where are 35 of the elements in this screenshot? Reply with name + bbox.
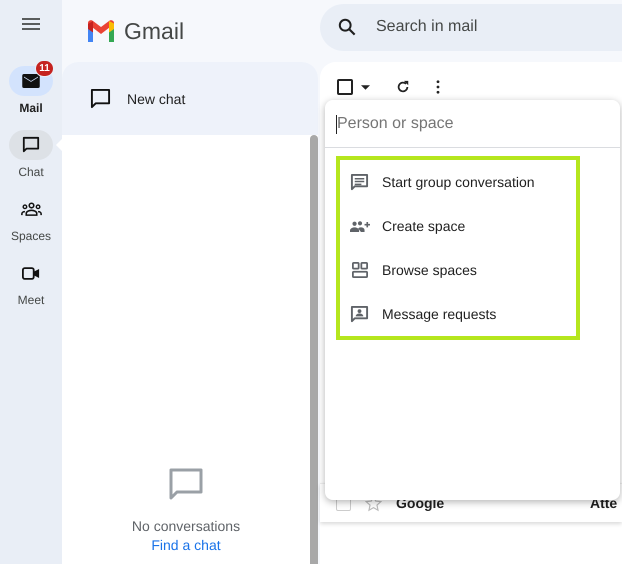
app-name: Gmail xyxy=(124,18,184,44)
chat-bubble-icon xyxy=(169,468,203,500)
nav-label[interactable]: Mail xyxy=(19,101,43,115)
nav-item-button[interactable] xyxy=(9,130,53,160)
unread-badge: 11 xyxy=(35,60,54,77)
message-lines-icon xyxy=(350,172,369,192)
people-icon xyxy=(20,202,42,216)
nav-item-button[interactable] xyxy=(9,66,53,96)
person-message-icon xyxy=(350,304,369,324)
nav-label[interactable]: Meet xyxy=(18,293,44,307)
menu-item[interactable]: Message requests xyxy=(340,292,576,336)
search-icon[interactable] xyxy=(338,18,356,36)
chat-bubble-icon xyxy=(90,88,111,109)
empty-message: No conversations xyxy=(132,518,240,534)
refresh-icon[interactable] xyxy=(396,80,410,94)
menu-item[interactable]: Start group conversation xyxy=(340,160,576,204)
menu-icon[interactable] xyxy=(22,18,40,30)
more-icon[interactable] xyxy=(436,80,440,94)
envelope-icon xyxy=(22,74,40,88)
logo-icon[interactable] xyxy=(86,20,116,42)
video-camera-icon xyxy=(22,266,40,280)
text-cursor xyxy=(336,115,337,134)
menu-item[interactable]: Create space xyxy=(340,204,576,248)
find-chat-link[interactable]: Find a chat xyxy=(151,537,221,553)
nav-label[interactable]: Chat xyxy=(18,165,44,179)
menu-item[interactable]: Browse spaces xyxy=(340,248,576,292)
person-search-field[interactable]: Person or space xyxy=(325,100,620,148)
select-checkbox[interactable] xyxy=(337,79,353,95)
search-field[interactable]: Search in mail xyxy=(320,4,622,50)
new-chat-button[interactable]: New chat xyxy=(62,62,318,135)
grid-icon xyxy=(352,262,368,278)
nav-label[interactable]: Spaces xyxy=(10,229,52,243)
chat-bubble-icon xyxy=(22,136,40,154)
people-add-icon xyxy=(350,220,370,232)
caret-icon[interactable] xyxy=(361,84,370,90)
